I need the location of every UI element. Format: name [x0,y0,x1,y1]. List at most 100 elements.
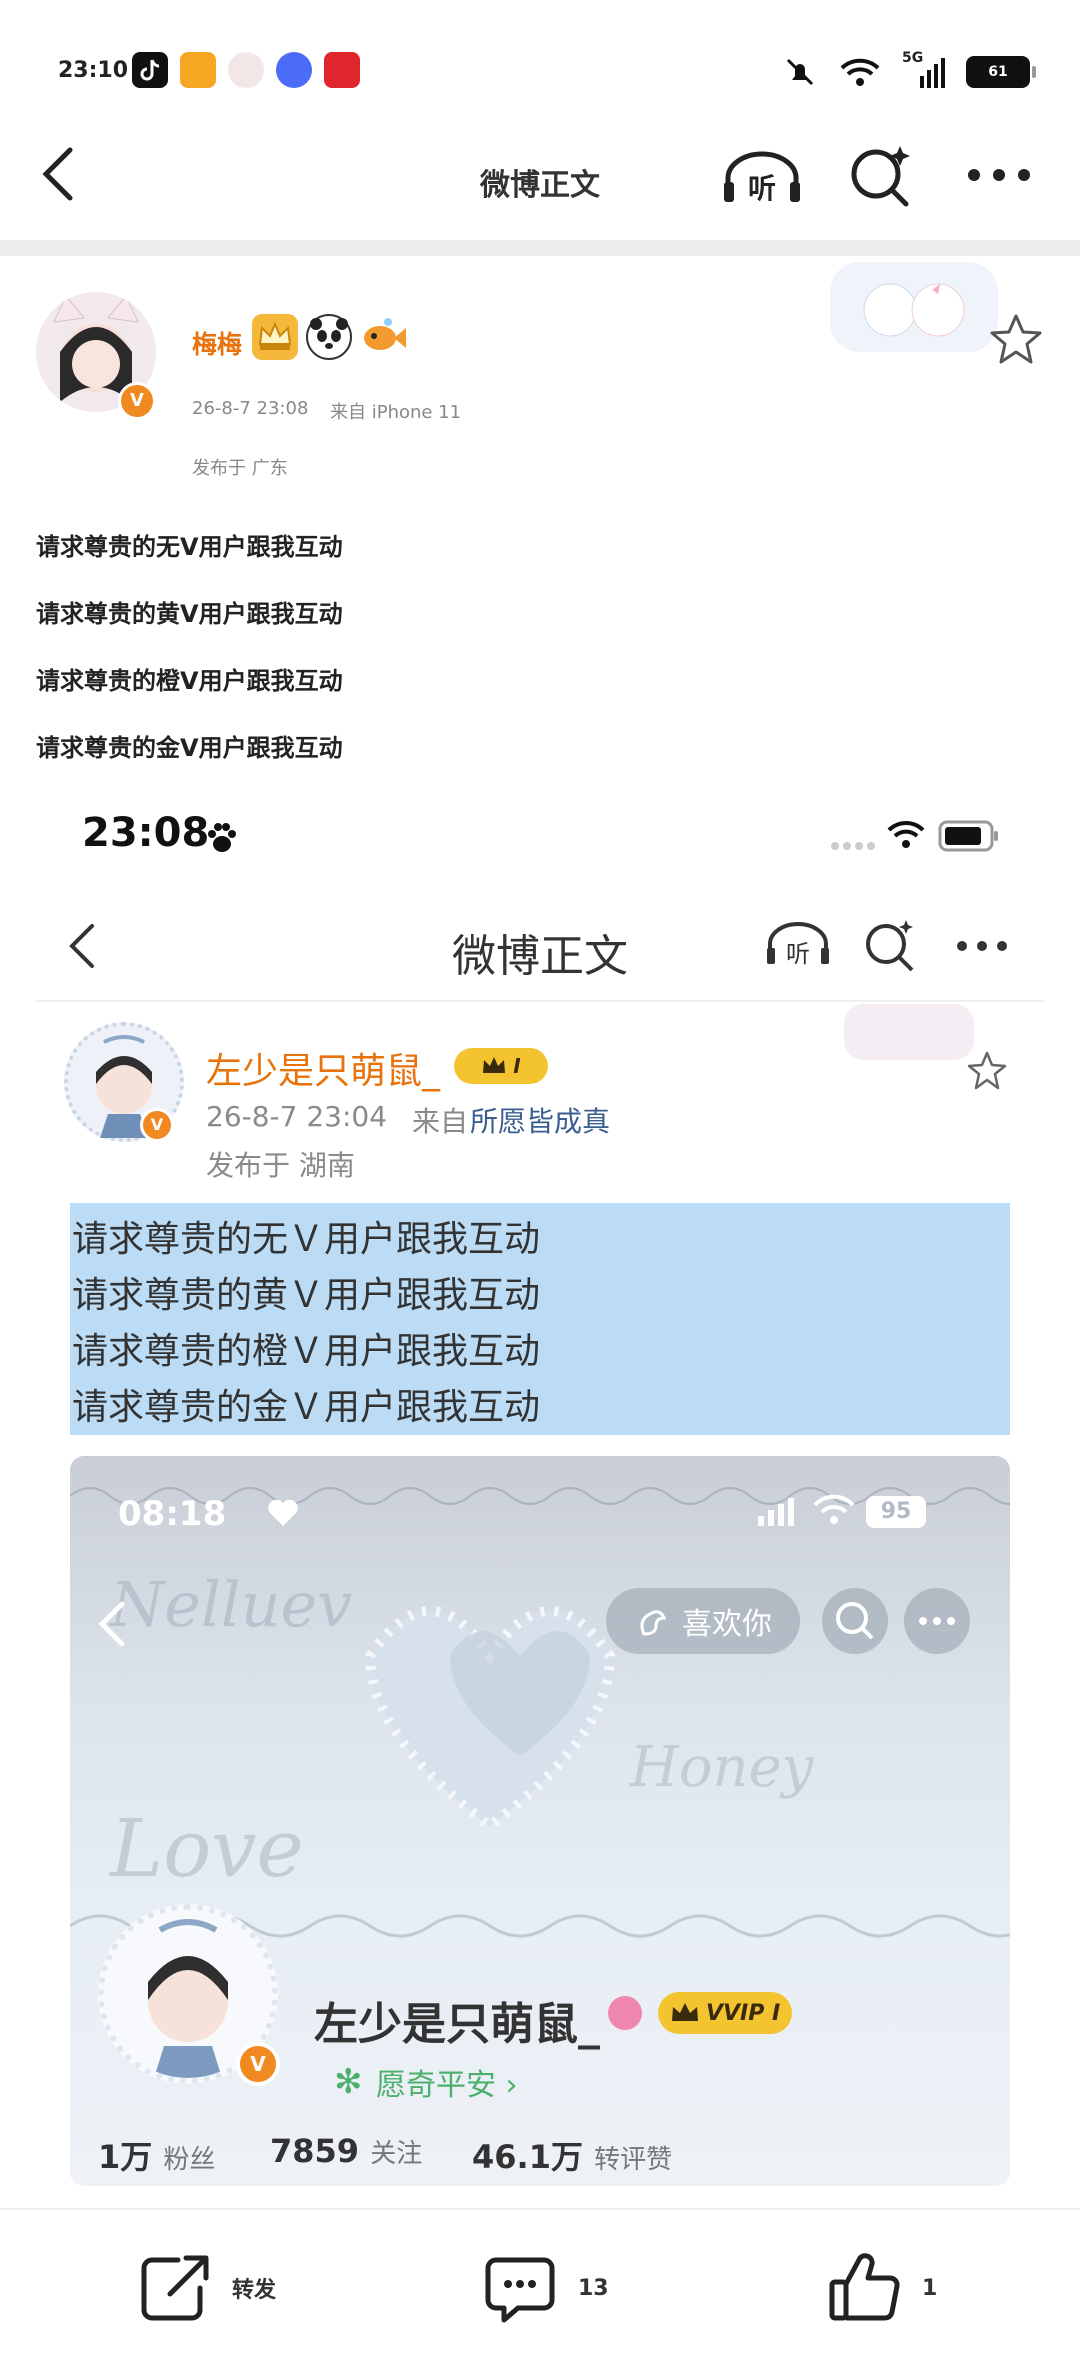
embedded-signal-icon [831,842,875,850]
signal-icon: 5G [902,50,946,90]
heart-icon [268,1499,298,1526]
post-text-line: 请求尊贵的金V用户跟我互动 [36,734,343,762]
mute-icon [786,58,814,86]
status-right: 5G 61 [782,50,1036,94]
fish-badge-icon [360,314,406,360]
thumbs-up-icon [829,2253,900,2321]
comment-button[interactable]: 13 [480,2248,609,2328]
page-title: 微博正文 [480,168,600,203]
like-you-button: 喜欢你 [606,1588,800,1654]
follow-stat: 7859 关注 [270,2132,422,2170]
repost-label: 转发 [232,2278,277,2303]
card-more-button [904,1588,970,1654]
crown-level-icon [252,314,298,360]
svg-text:Nelluev: Nelluev [108,1568,352,1641]
follow-count: 7859 [270,2132,360,2170]
embedded-status-time: 23:08 [82,810,210,856]
embedded-text-line: 请求尊贵的金Ｖ用户跟我互动 [72,1387,541,1428]
post-text-line: 请求尊贵的黄V用户跟我互动 [36,600,343,628]
card-signal-icon [758,1498,794,1526]
embedded-location: 发布于 湖南 [206,1149,355,1182]
vip-level: I [513,1054,521,1078]
verified-badge-icon: V [118,382,156,420]
embedded-text-line: 请求尊贵的黄Ｖ用户跟我互动 [72,1275,541,1316]
fans-count: 1万 [98,2138,153,2176]
embedded-battery-icon [938,820,998,852]
search-icon[interactable] [848,142,914,208]
comment-count: 13 [578,2275,609,2301]
fans-stat: 1万 粉丝 [98,2132,215,2178]
profile-screenshot-image[interactable]: Nelluev Love Honey 08:18 95 喜欢你 V 左少是只萌鼠… [70,1456,1010,2186]
vvip-level: VVIP I [706,2000,781,2026]
card-search-icon [836,1602,874,1640]
svg-text:Love: Love [108,1802,304,1895]
card-back-icon [98,1601,125,1647]
svg-text:听: 听 [786,940,810,968]
post-text-line: 请求尊贵的橙V用户跟我互动 [36,667,343,695]
embedded-star-icon [967,1051,1007,1090]
like-you-label: 喜欢你 [682,1607,772,1642]
author-name[interactable]: 梅梅 [192,325,242,361]
embedded-wifi-icon [887,820,925,848]
card-tag: 愿奇平安 › [376,2068,518,2103]
repost-button[interactable]: 转发 [134,2248,276,2328]
follow-label: 关注 [370,2139,423,2169]
card-vvip-badge: VVIP I [658,1992,793,2034]
card-profile-name: 左少是只萌鼠_ [314,1999,600,2050]
embedded-listen-icon: 听 [767,922,829,968]
likes-count: 46.1万 [472,2138,583,2176]
card-pink-badge-icon [608,1996,642,2030]
embedded-page-title: 微博正文 [452,931,628,982]
weibo-post-page: 23:10 5G 61 微博正文 听 V 梅梅 26-8-7 23:08 来自 … [0,0,1080,2372]
post-text-line: 请求尊贵的无V用户跟我互动 [36,533,343,561]
embedded-divider [36,1000,1044,1002]
nav-divider [0,240,1080,256]
comment-icon [485,2257,555,2323]
status-time: 23:10 [58,58,129,83]
embedded-search-icon [866,920,914,972]
card-verified-badge-icon: V [236,2042,280,2086]
crown-icon [483,1057,506,1073]
embedded-source-prefix: 来自 [412,1105,469,1138]
post-location: 发布于 广东 [192,458,288,479]
embedded-more-icon [957,941,1007,951]
card-crown-icon [672,2003,698,2021]
embedded-verified-badge-icon: V [140,1108,174,1142]
embedded-post-time: 26-8-7 23:04 [206,1100,388,1133]
embedded-source-app: 所愿皆成真 [470,1105,611,1138]
card-status-time: 08:18 [118,1494,227,1534]
panda-badge-icon [306,314,352,360]
avatar-app-icon [228,52,264,88]
listen-icon[interactable]: 听 [720,148,804,208]
likes-label: 转评赞 [594,2145,673,2175]
favorite-star-icon[interactable] [988,312,1044,368]
clover-icon: ✻ [334,2062,363,2102]
paw-icon [208,823,236,852]
battery-indicator: 61 [966,56,1036,88]
tiktok-app-icon [132,52,168,88]
embedded-text-line: 请求尊贵的无Ｖ用户跟我互动 [72,1219,541,1260]
squirrel-icon [640,1610,667,1636]
post-source[interactable]: 来自 iPhone 11 [330,398,461,424]
embedded-text-line: 请求尊贵的橙Ｖ用户跟我互动 [72,1331,541,1372]
embedded-vip-badge: I [454,1048,548,1084]
card-wifi-icon [813,1494,855,1524]
shop-app-icon [180,52,216,88]
decoration-sticker [830,262,998,352]
svg-text:Honey: Honey [629,1735,815,1800]
card-more-icon [919,1617,955,1625]
embedded-decoration-sticker [844,1004,974,1060]
like-button[interactable]: 1 [824,2248,937,2328]
wifi-icon [840,58,880,86]
more-icon[interactable] [964,160,1034,190]
fans-label: 粉丝 [163,2145,216,2175]
svg-text:听: 听 [748,172,776,205]
card-search-button [822,1588,888,1654]
post-time: 26-8-7 23:08 [192,398,309,419]
embedded-author-name: 左少是只萌鼠_ [206,1051,441,1092]
likes-stat: 46.1万 转评赞 [472,2132,672,2178]
repost-icon [141,2255,209,2321]
like-count: 1 [922,2275,938,2301]
tieba-app-icon [276,52,312,88]
card-battery: 95 [866,1496,926,1528]
